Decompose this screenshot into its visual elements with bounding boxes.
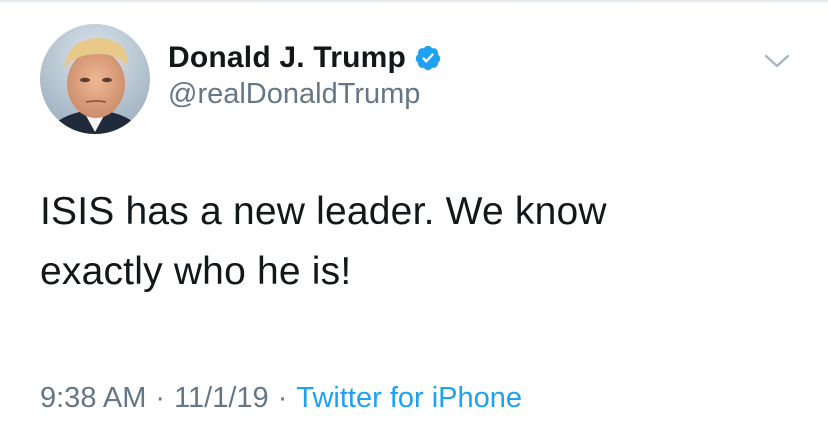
top-divider [0,0,828,4]
tweet-time[interactable]: 9:38 AM [40,382,146,414]
name-row: Donald J. Trump [168,38,442,78]
separator: · [155,382,166,414]
tweet-meta: 9:38 AM · 11/1/19 · Twitter for iPhone [40,382,522,415]
tweet-screenshot: Donald J. Trump @realDonaldTrump ISIS ha… [0,0,828,446]
separator: · [277,382,288,414]
tweet-date[interactable]: 11/1/19 [174,382,269,414]
chevron-down-icon[interactable] [762,50,792,72]
tweet-text-line: ISIS has a new leader. We know [40,190,607,233]
tweet-author: Donald J. Trump @realDonaldTrump [168,38,442,111]
avatar-image [40,24,150,134]
avatar[interactable] [40,24,150,134]
tweet-source-link[interactable]: Twitter for iPhone [296,382,522,414]
tweet-text-line: exactly who he is! [40,250,352,293]
tweet-text: ISIS has a new leader. We know exactly w… [40,182,800,302]
display-name[interactable]: Donald J. Trump [168,41,406,75]
handle[interactable]: @realDonaldTrump [168,78,442,111]
verified-badge-icon [414,44,442,72]
